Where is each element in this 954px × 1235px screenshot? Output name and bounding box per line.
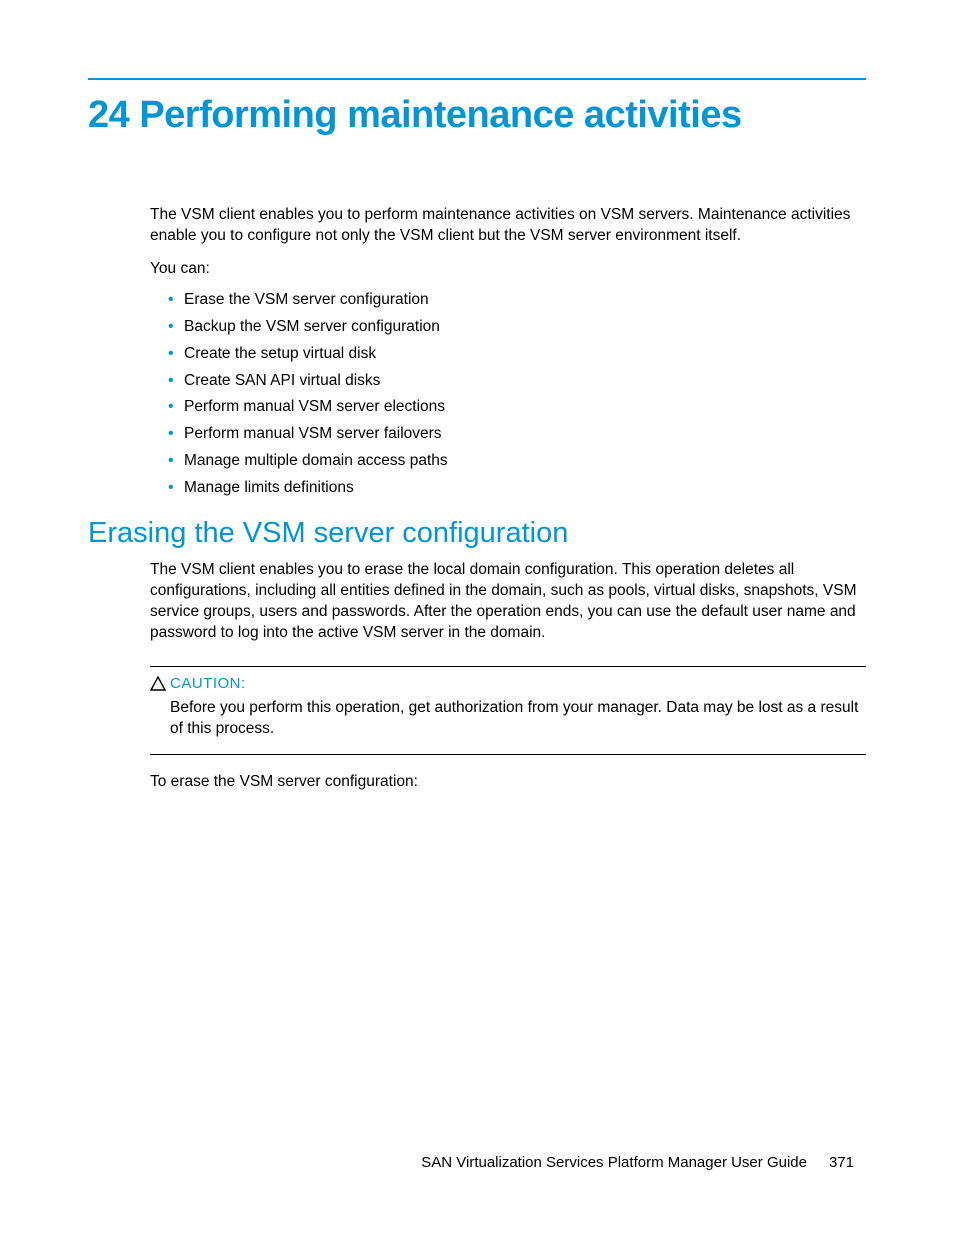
chapter-rule [88, 78, 866, 80]
list-item: Erase the VSM server configuration [150, 290, 866, 311]
intro-paragraph: The VSM client enables you to perform ma… [150, 205, 866, 247]
list-item: Perform manual VSM server elections [150, 397, 866, 418]
list-item: Manage multiple domain access paths [150, 451, 866, 472]
list-item: Manage limits definitions [150, 478, 866, 499]
list-item: Create SAN API virtual disks [150, 371, 866, 392]
caution-block: CAUTION: Before you perform this operati… [150, 666, 866, 755]
section-title: Erasing the VSM server configuration [88, 517, 866, 550]
list-item: Perform manual VSM server failovers [150, 424, 866, 445]
after-caution-text: To erase the VSM server configuration: [150, 773, 866, 791]
intro-lead: You can: [150, 259, 866, 280]
caution-text: Before you perform this operation, get a… [170, 698, 866, 740]
chapter-title: 24 Performing maintenance activities [88, 94, 866, 137]
footer-page-number: 371 [829, 1154, 854, 1171]
list-item: Create the setup virtual disk [150, 344, 866, 365]
caution-rule-bottom [150, 754, 866, 755]
intro-bullet-list: Erase the VSM server configuration Backu… [150, 290, 866, 499]
section-paragraph: The VSM client enables you to erase the … [150, 560, 866, 644]
list-item: Backup the VSM server configuration [150, 317, 866, 338]
caution-label: CAUTION: [170, 675, 866, 692]
footer-doc-title: SAN Virtualization Services Platform Man… [421, 1154, 807, 1171]
caution-icon [150, 676, 166, 692]
page-footer: SAN Virtualization Services Platform Man… [421, 1154, 854, 1171]
